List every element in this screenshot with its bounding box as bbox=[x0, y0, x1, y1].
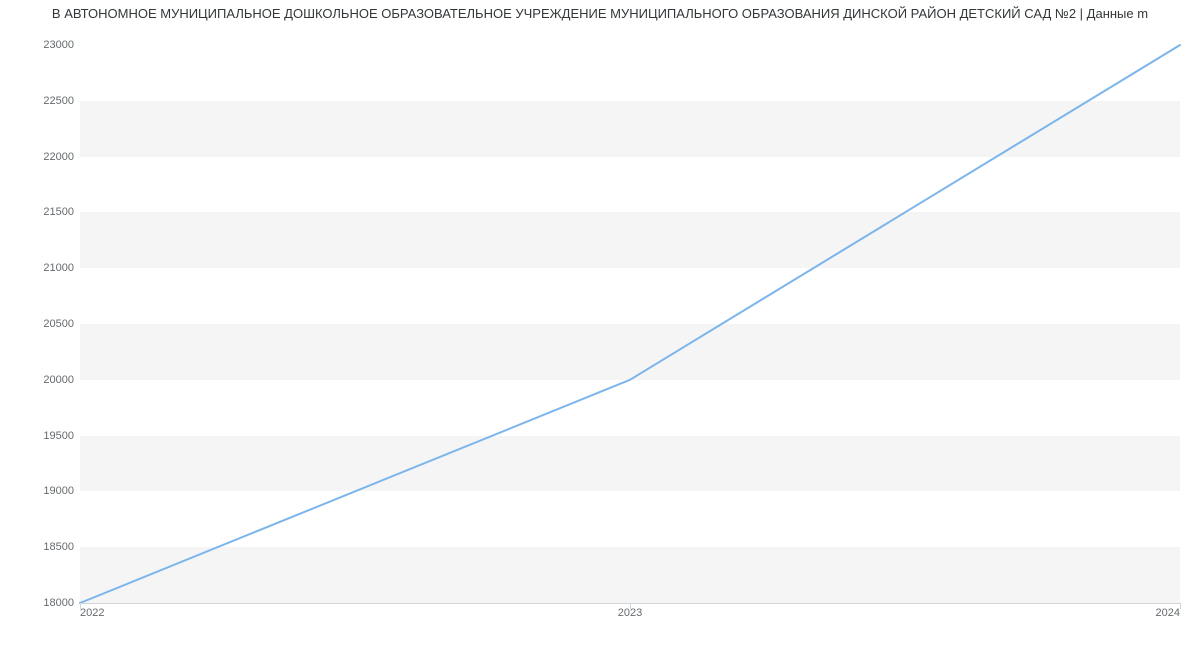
y-axis-tick-label: 18000 bbox=[14, 597, 74, 609]
y-axis-tick-label: 22500 bbox=[14, 95, 74, 107]
y-axis-tick-label: 22000 bbox=[14, 151, 74, 163]
y-axis-tick-label: 21500 bbox=[14, 206, 74, 218]
y-axis-tick-label: 20000 bbox=[14, 374, 74, 386]
chart-series-line bbox=[80, 45, 1180, 603]
y-axis-tick-label: 18500 bbox=[14, 541, 74, 553]
y-axis-tick-label: 19000 bbox=[14, 485, 74, 497]
y-axis-tick-label: 23000 bbox=[14, 39, 74, 51]
x-axis-tick-label: 2023 bbox=[618, 607, 642, 619]
x-axis-tick bbox=[1180, 603, 1181, 609]
x-axis-tick-label: 2022 bbox=[80, 607, 104, 619]
y-axis-tick-label: 21000 bbox=[14, 262, 74, 274]
chart-line-layer bbox=[80, 45, 1180, 603]
chart-plot-area: 1800018500190001950020000205002100021500… bbox=[80, 45, 1180, 603]
y-axis-tick-label: 20500 bbox=[14, 318, 74, 330]
x-axis-tick-label: 2024 bbox=[1156, 607, 1180, 619]
chart-title: В АВТОНОМНОЕ МУНИЦИПАЛЬНОЕ ДОШКОЛЬНОЕ ОБ… bbox=[0, 0, 1200, 21]
y-axis-tick-label: 19500 bbox=[14, 430, 74, 442]
